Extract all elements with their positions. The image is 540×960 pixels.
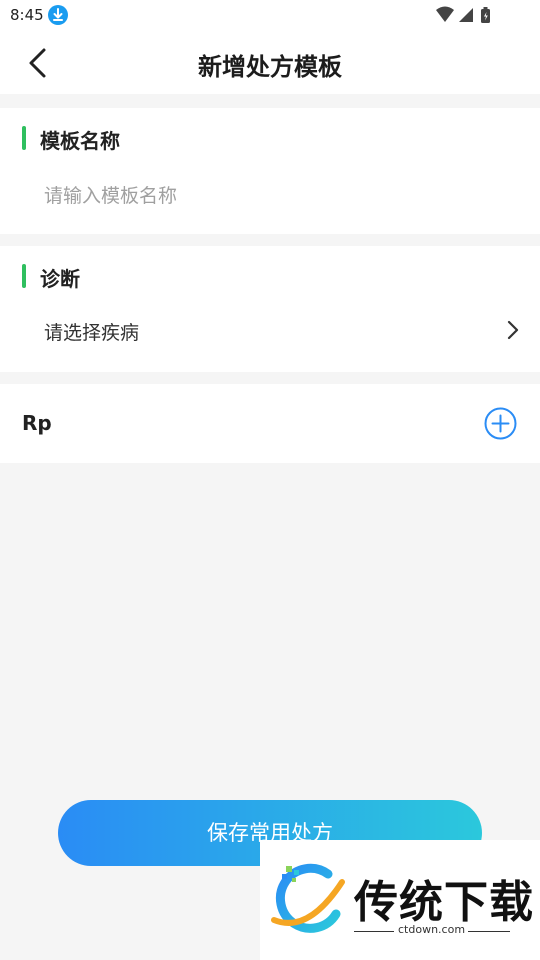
signal-icon — [459, 8, 473, 22]
diagnosis-header: 诊断 — [0, 264, 300, 291]
download-icon — [48, 5, 68, 25]
wifi-icon — [436, 6, 454, 22]
ctdown-logo-icon — [271, 863, 345, 933]
nav-bar: 新增处方模板 — [0, 30, 540, 94]
accent-bar — [22, 264, 26, 288]
template-name-input[interactable] — [44, 178, 514, 214]
select-disease-text: 请选择疾病 — [44, 322, 140, 344]
add-circle-icon[interactable] — [484, 407, 517, 440]
rp-card: Rp — [0, 384, 540, 463]
watermark: 传统下载 ctdown.com — [260, 840, 540, 960]
select-disease-row[interactable]: 请选择疾病 — [0, 310, 540, 354]
status-bar: 8:45 — [0, 0, 540, 30]
chevron-right-icon — [507, 320, 519, 340]
watermark-line-right — [468, 931, 510, 932]
template-name-header: 模板名称 — [0, 126, 300, 153]
template-name-card: 模板名称 — [0, 108, 540, 234]
battery-icon — [481, 7, 490, 23]
watermark-domain: ctdown.com — [398, 923, 466, 936]
status-time: 8:45 — [10, 6, 44, 24]
template-name-label: 模板名称 — [40, 129, 120, 153]
watermark-brand: 传统下载 — [354, 877, 534, 928]
status-icons — [436, 6, 490, 23]
diagnosis-card: 诊断 请选择疾病 — [0, 246, 540, 372]
watermark-line-left — [354, 931, 394, 932]
rp-label: Rp — [22, 411, 52, 435]
accent-bar — [22, 126, 26, 150]
page-title: 新增处方模板 — [198, 53, 342, 81]
diagnosis-label: 诊断 — [40, 267, 80, 291]
